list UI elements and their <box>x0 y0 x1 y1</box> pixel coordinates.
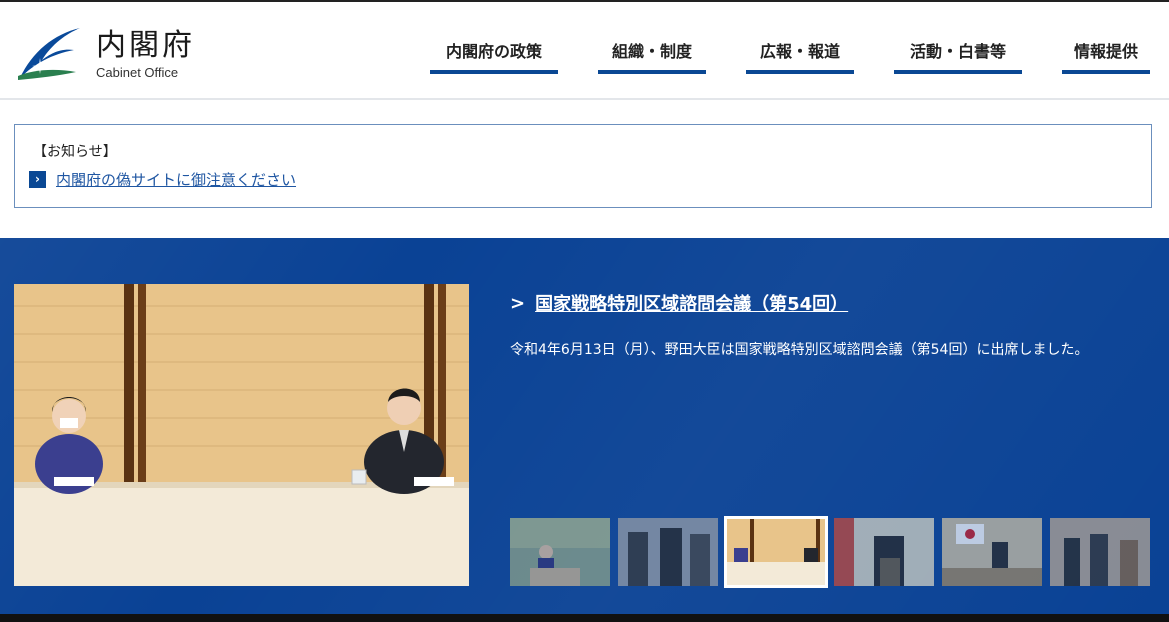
thumbnail-2[interactable] <box>618 518 718 586</box>
thumbnail-4[interactable] <box>834 518 934 586</box>
nav-item-organization[interactable]: 組織・制度 <box>598 32 706 74</box>
thumbnail-strip <box>510 516 1150 588</box>
thumbnail-3[interactable] <box>724 516 828 588</box>
thumbnail-1[interactable] <box>510 518 610 586</box>
nav-item-public-relations[interactable]: 広報・報道 <box>746 32 854 74</box>
chevron-right-icon: > <box>510 292 526 314</box>
feature-photo[interactable] <box>14 284 469 586</box>
feature-headline[interactable]: 国家戦略特別区域諮問会議（第54回） <box>535 290 848 316</box>
thumbnail-6[interactable] <box>1050 518 1150 586</box>
nav-item-activities-white-papers[interactable]: 活動・白書等 <box>894 32 1022 74</box>
nav-item-information[interactable]: 情報提供 <box>1062 32 1150 74</box>
feature-carousel: > 国家戦略特別区域諮問会議（第54回） 令和4年6月13日（月）、野田大臣は国… <box>0 238 1169 614</box>
global-nav: 内閣府の政策 組織・制度 広報・報道 活動・白書等 情報提供 <box>430 32 1150 74</box>
site-header: 内閣府 Cabinet Office 内閣府の政策 組織・制度 広報・報道 活動… <box>0 0 1169 100</box>
thumbnail-5[interactable] <box>942 518 1042 586</box>
nav-item-policies[interactable]: 内閣府の政策 <box>430 32 558 74</box>
cabinet-office-emblem-icon <box>18 28 80 80</box>
feature-headline-link[interactable]: > 国家戦略特別区域諮問会議（第54回） <box>510 290 848 316</box>
notice-link-text[interactable]: 内閣府の偽サイトに御注意ください <box>56 169 296 190</box>
site-name-en: Cabinet Office <box>96 64 179 80</box>
bottom-edge <box>0 614 1169 622</box>
site-name-ja: 内閣府 <box>96 27 195 63</box>
site-logo[interactable]: 内閣府 Cabinet Office <box>14 22 214 86</box>
arrow-right-icon: › <box>29 171 46 188</box>
notice-box: 【お知らせ】 › 内閣府の偽サイトに御注意ください <box>14 124 1152 208</box>
feature-description: 令和4年6月13日（月）、野田大臣は国家戦略特別区域諮問会議（第54回）に出席し… <box>510 342 1089 358</box>
notice-heading: 【お知らせ】 <box>33 144 117 160</box>
notice-link[interactable]: › 内閣府の偽サイトに御注意ください <box>29 169 296 190</box>
